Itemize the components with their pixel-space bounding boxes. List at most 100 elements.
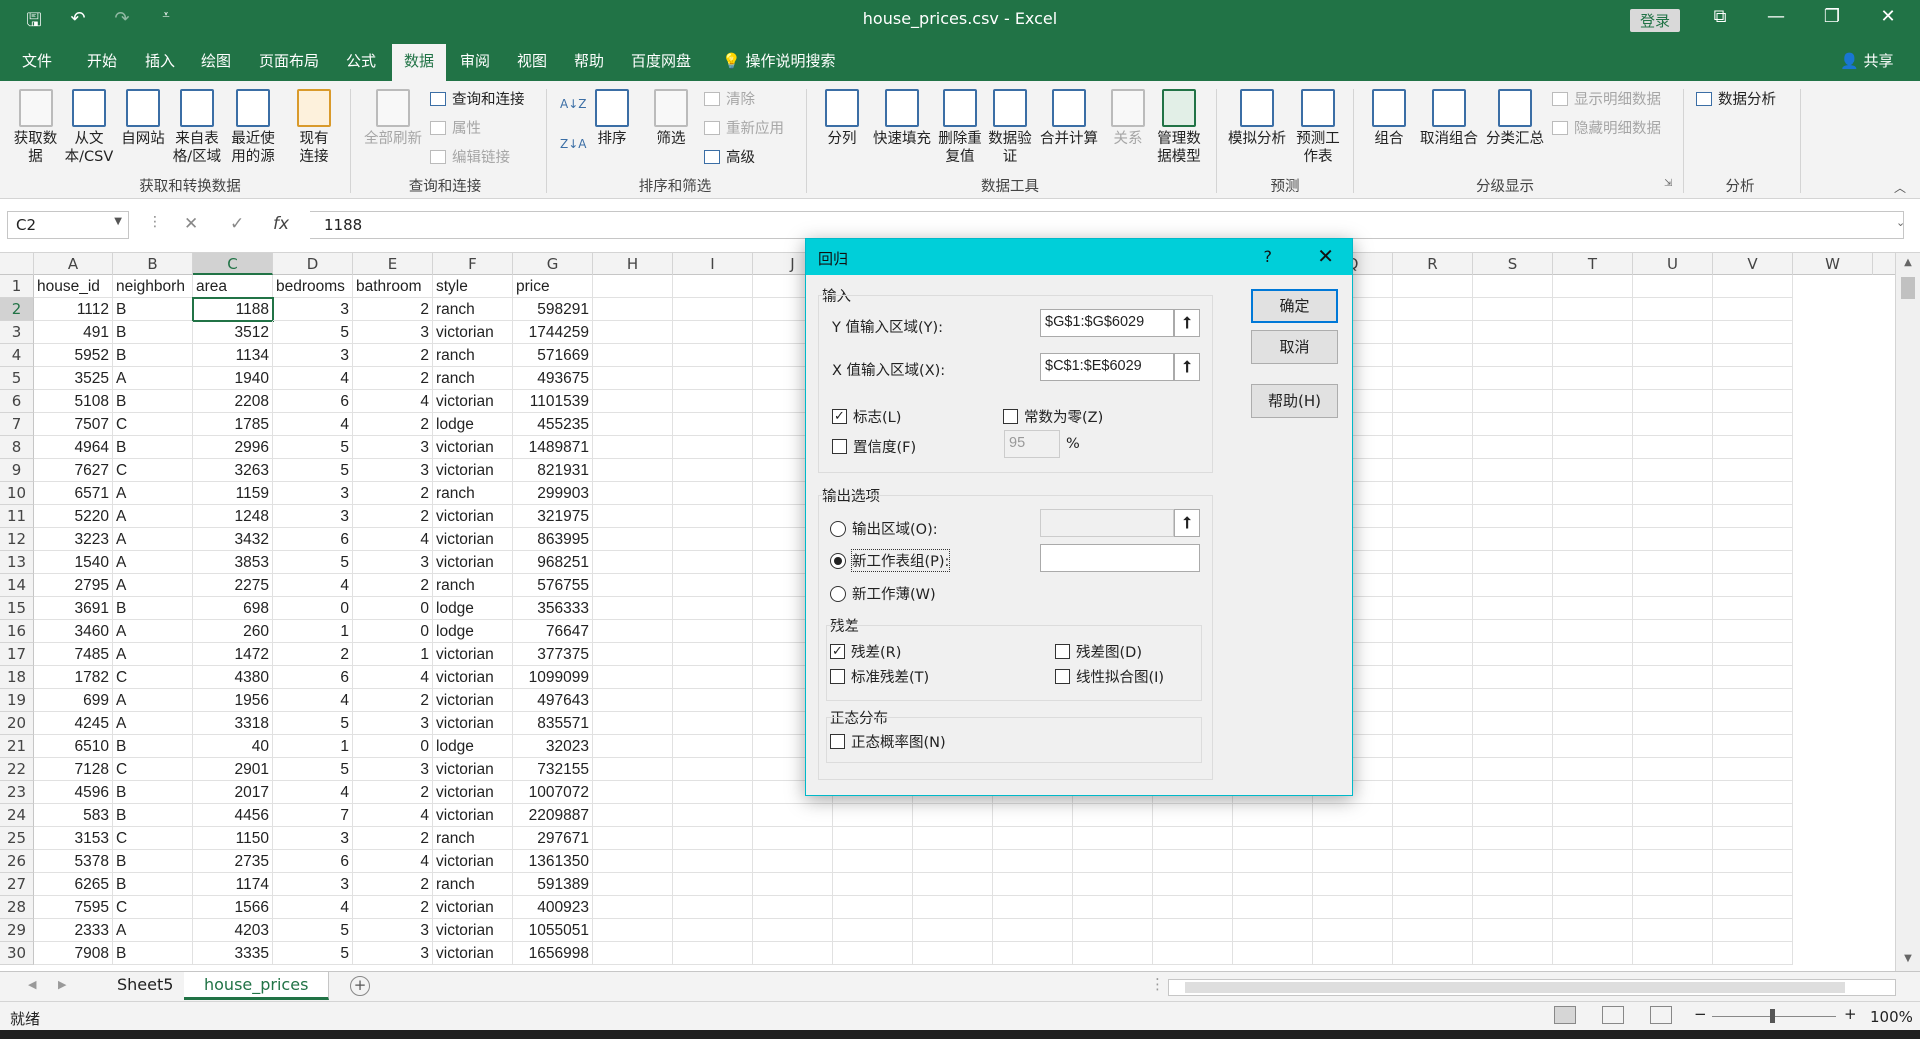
cell-g[interactable]: 493675: [513, 367, 593, 390]
cell-g[interactable]: 968251: [513, 551, 593, 574]
empty-cell[interactable]: [593, 850, 673, 873]
cell-b[interactable]: B: [113, 436, 193, 459]
login-button[interactable]: 登录: [1630, 9, 1681, 32]
cell-b[interactable]: A: [113, 919, 193, 942]
empty-cell[interactable]: [1393, 597, 1473, 620]
cell-c[interactable]: 1956: [193, 689, 273, 712]
cell-c[interactable]: 1159: [193, 482, 273, 505]
cell-b[interactable]: A: [113, 551, 193, 574]
empty-cell[interactable]: [1633, 275, 1713, 298]
empty-cell[interactable]: [1713, 666, 1793, 689]
cell-e[interactable]: 3: [353, 551, 433, 574]
empty-cell[interactable]: [1473, 781, 1553, 804]
output-range-input[interactable]: [1040, 509, 1174, 537]
cell-d[interactable]: 5: [273, 321, 353, 344]
cell-g[interactable]: 2209887: [513, 804, 593, 827]
empty-cell[interactable]: [1393, 505, 1473, 528]
empty-cell[interactable]: [673, 827, 753, 850]
empty-cell[interactable]: [753, 827, 833, 850]
cell-d[interactable]: 1: [273, 735, 353, 758]
tab-splitter-icon[interactable]: ⋮: [1150, 975, 1165, 993]
empty-cell[interactable]: [1473, 689, 1553, 712]
row-header[interactable]: 21: [0, 735, 34, 758]
row-header[interactable]: 14: [0, 574, 34, 597]
cell-g[interactable]: price: [513, 275, 593, 298]
cell-a[interactable]: 699: [34, 689, 113, 712]
cell-e[interactable]: 2: [353, 367, 433, 390]
cell-b[interactable]: B: [113, 298, 193, 321]
cell-g[interactable]: 356333: [513, 597, 593, 620]
next-sheet-icon[interactable]: ▶: [58, 978, 66, 991]
empty-cell[interactable]: [1553, 643, 1633, 666]
text-to-columns-button[interactable]: 分列: [818, 89, 866, 148]
empty-cell[interactable]: [1553, 344, 1633, 367]
y-range-input[interactable]: $G$1:$G$6029: [1040, 309, 1174, 337]
empty-cell[interactable]: [833, 827, 913, 850]
empty-cell[interactable]: [593, 367, 673, 390]
cell-e[interactable]: 2: [353, 413, 433, 436]
cell-b[interactable]: C: [113, 413, 193, 436]
row-header[interactable]: 27: [0, 873, 34, 896]
cell-g[interactable]: 1101539: [513, 390, 593, 413]
column-header-d[interactable]: D: [273, 253, 353, 275]
empty-cell[interactable]: [1153, 919, 1233, 942]
empty-cell[interactable]: [593, 758, 673, 781]
empty-cell[interactable]: [593, 459, 673, 482]
subtotal-button[interactable]: 分类汇总: [1484, 89, 1546, 148]
cell-d[interactable]: 3: [273, 482, 353, 505]
empty-cell[interactable]: [1713, 528, 1793, 551]
cell-a[interactable]: house_id: [34, 275, 113, 298]
help-button[interactable]: 帮助(H): [1251, 384, 1338, 418]
cell-b[interactable]: B: [113, 873, 193, 896]
empty-cell[interactable]: [1633, 413, 1713, 436]
new-worksheet-radio[interactable]: 新工作表组(P):: [830, 549, 951, 572]
empty-cell[interactable]: [1473, 712, 1553, 735]
manage-data-model-button[interactable]: 管理数据模型: [1154, 89, 1204, 166]
constant-zero-checkbox[interactable]: 常数为零(Z): [1003, 406, 1103, 427]
cell-g[interactable]: 591389: [513, 873, 593, 896]
cell-d[interactable]: 4: [273, 413, 353, 436]
cell-e[interactable]: 2: [353, 689, 433, 712]
empty-cell[interactable]: [1393, 942, 1473, 965]
cell-g[interactable]: 863995: [513, 528, 593, 551]
cell-e[interactable]: 3: [353, 942, 433, 965]
empty-cell[interactable]: [1633, 896, 1713, 919]
empty-cell[interactable]: [1473, 758, 1553, 781]
empty-cell[interactable]: [593, 620, 673, 643]
cell-f[interactable]: victorian: [433, 551, 513, 574]
row-header[interactable]: 7: [0, 413, 34, 436]
cell-d[interactable]: 1: [273, 620, 353, 643]
empty-cell[interactable]: [1553, 275, 1633, 298]
get-data-button[interactable]: 获取数据: [8, 89, 63, 166]
name-box[interactable]: C2 ▼: [7, 211, 129, 239]
empty-cell[interactable]: [673, 298, 753, 321]
cell-e[interactable]: 4: [353, 528, 433, 551]
empty-cell[interactable]: [1713, 298, 1793, 321]
empty-cell[interactable]: [593, 436, 673, 459]
empty-cell[interactable]: [1713, 436, 1793, 459]
empty-cell[interactable]: [1313, 804, 1393, 827]
cell-b[interactable]: A: [113, 712, 193, 735]
empty-cell[interactable]: [1313, 942, 1393, 965]
row-header[interactable]: 22: [0, 758, 34, 781]
empty-cell[interactable]: [1313, 919, 1393, 942]
cell-a[interactable]: 7485: [34, 643, 113, 666]
empty-cell[interactable]: [1473, 643, 1553, 666]
cell-e[interactable]: 2: [353, 827, 433, 850]
x-range-input[interactable]: $C$1:$E$6029: [1040, 353, 1174, 381]
vertical-scroll-thumb[interactable]: [1901, 277, 1915, 299]
cell-a[interactable]: 583: [34, 804, 113, 827]
empty-cell[interactable]: [593, 804, 673, 827]
empty-cell[interactable]: [1233, 850, 1313, 873]
empty-cell[interactable]: [1233, 896, 1313, 919]
empty-cell[interactable]: [593, 643, 673, 666]
cell-b[interactable]: A: [113, 643, 193, 666]
empty-cell[interactable]: [753, 942, 833, 965]
queries-connections-button[interactable]: 查询和连接: [430, 88, 525, 109]
cell-e[interactable]: 3: [353, 758, 433, 781]
empty-cell[interactable]: [593, 873, 673, 896]
filter-button[interactable]: 筛选: [648, 89, 694, 148]
cell-c[interactable]: area: [193, 275, 273, 298]
empty-cell[interactable]: [913, 850, 993, 873]
column-header-b[interactable]: B: [113, 253, 193, 275]
